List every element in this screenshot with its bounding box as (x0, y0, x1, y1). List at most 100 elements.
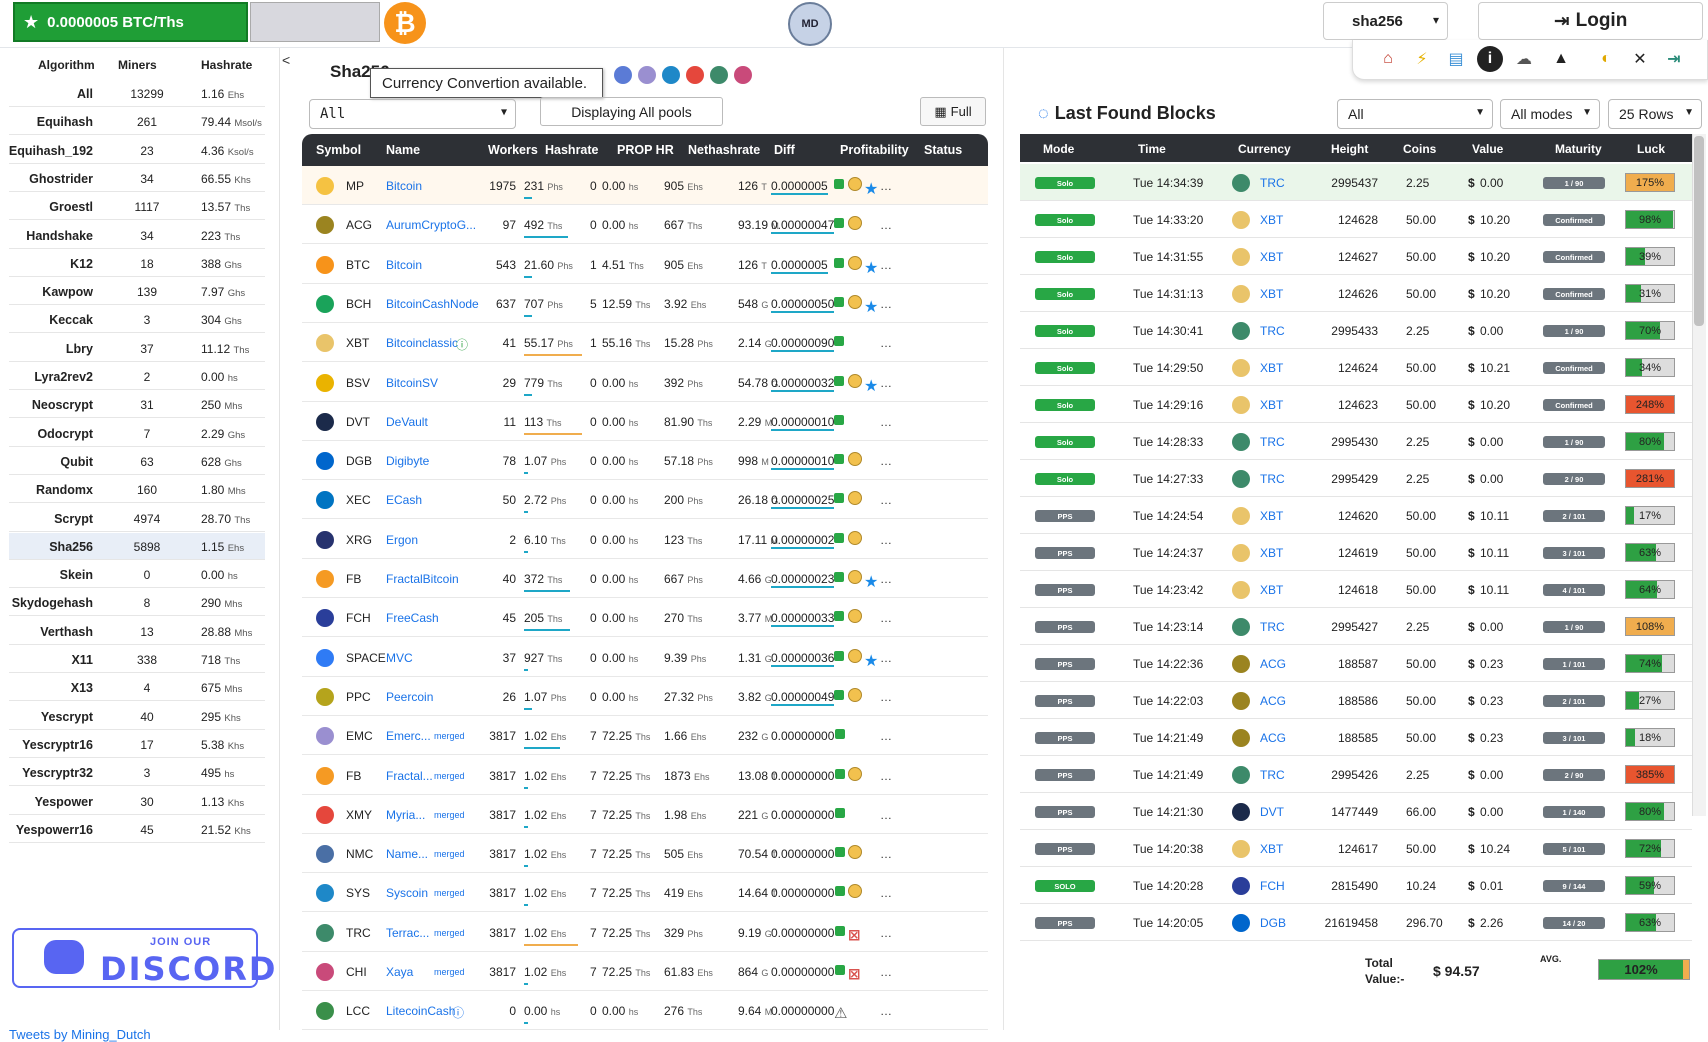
pool-name-link[interactable]: FractalBitcoin (386, 572, 459, 586)
site-logo[interactable]: MD (788, 2, 832, 46)
more-options-icon[interactable]: … (880, 572, 892, 586)
block-row[interactable]: Solo Tue 14:29:16 XBT 124623 50.00 $10.20 Conf… (1020, 386, 1692, 423)
pool-row[interactable]: EMC Emerc... merged 3817 1.02 Ehs 7 72.25 Ths 1… (302, 716, 988, 756)
more-options-icon[interactable]: … (880, 611, 892, 625)
more-options-icon[interactable]: … (880, 376, 892, 390)
more-options-icon[interactable]: … (880, 690, 892, 704)
favorite-star-icon[interactable]: ★ (864, 179, 878, 199)
algo-row-skein[interactable]: Skein 0 0.00 hs (9, 561, 265, 589)
algo-row-all[interactable]: All 13299 1.16 Ehs (9, 80, 265, 107)
pool-row[interactable]: TRC Terrac... merged 3817 1.02 Ehs 7 72.25 Ths… (302, 913, 988, 952)
block-row[interactable]: Solo Tue 14:28:33 TRC 2995430 2.25 $0.00 1 / 9… (1020, 423, 1692, 460)
favorite-star-icon[interactable]: ★ (864, 297, 878, 317)
pool-row[interactable]: DVT DeVault 11 113 Ths 0 0.00 hs 81.90 Ths 2.29… (302, 402, 988, 441)
more-options-icon[interactable]: … (880, 493, 892, 507)
block-row[interactable]: PPS Tue 14:24:54 XBT 124620 50.00 $10.11 2 / 1… (1020, 497, 1692, 534)
currency-link[interactable]: TRC (1260, 324, 1285, 338)
more-options-icon[interactable]: … (880, 808, 892, 822)
pool-name-link[interactable]: Bitcoin (386, 258, 422, 272)
tools-icon[interactable]: ✕ (1627, 46, 1653, 72)
block-row[interactable]: Solo Tue 14:31:55 XBT 124627 50.00 $10.20 Conf… (1020, 238, 1692, 275)
algo-row-scrypt[interactable]: Scrypt 4974 28.70 Ths (9, 505, 265, 532)
algo-row-yescryptr16[interactable]: Yescryptr16 17 5.38 Khs (9, 731, 265, 758)
more-options-icon[interactable]: … (880, 218, 892, 232)
collapse-sidebar-button[interactable]: < (282, 52, 290, 68)
pool-name-link[interactable]: Xaya (386, 965, 413, 979)
currency-link[interactable]: XBT (1260, 213, 1283, 227)
more-options-icon[interactable]: … (880, 847, 892, 861)
block-row[interactable]: Solo Tue 14:33:20 XBT 124628 50.00 $10.20 Conf… (1020, 201, 1692, 238)
block-row[interactable]: Solo Tue 14:27:33 TRC 2995429 2.25 $0.00 2 / 9… (1020, 460, 1692, 497)
currency-link[interactable]: XBT (1260, 546, 1283, 560)
home-icon[interactable]: ⌂ (1375, 46, 1401, 72)
pool-row[interactable]: XMY Myria... merged 3817 1.02 Ehs 7 72.25 Ths 1… (302, 795, 988, 834)
pool-row[interactable]: PPC Peercoin 26 1.07 Phs 0 0.00 hs 27.32 Phs 3.… (302, 677, 988, 716)
pool-row[interactable]: MP Bitcoin 1975 231 Phs 0 0.00 hs 905 Ehs 126 T… (302, 166, 988, 205)
favorite-star-icon[interactable]: ★ (864, 651, 878, 671)
algo-row-yespower[interactable]: Yespower 30 1.13 Khs (9, 788, 265, 815)
pool-row[interactable]: DGB Digibyte 78 1.07 Phs 0 0.00 hs 57.18 Phs 99… (302, 441, 988, 481)
pool-name-link[interactable]: BitcoinCashNode (386, 297, 479, 311)
pool-name-link[interactable]: Fractal... (386, 769, 433, 783)
block-row[interactable]: PPS Tue 14:21:49 TRC 2995426 2.25 $0.00 2 / 90… (1020, 756, 1692, 793)
pool-name-link[interactable]: FreeCash (386, 611, 439, 625)
more-options-icon[interactable]: … (880, 179, 892, 193)
more-options-icon[interactable]: … (880, 926, 892, 940)
pool-name-link[interactable]: Bitcoinclassic (386, 336, 458, 350)
pool-row[interactable]: CHI Xaya merged 3817 1.02 Ehs 7 72.25 Ths 61.83… (302, 952, 988, 991)
pool-name-link[interactable]: LitecoinCash (386, 1004, 455, 1018)
pool-row[interactable]: XBT Bitcoinclassic ⓘ 41 55.17 Phs 1 55.16 Ths 1… (302, 323, 988, 363)
pool-row[interactable]: FCH FreeCash 45 205 Ths 0 0.00 hs 270 Ths 3.77 … (302, 598, 988, 638)
algo-row-equihash[interactable]: Equihash 261 79.44 Msol/s (9, 108, 265, 136)
more-options-icon[interactable]: … (880, 1004, 892, 1018)
info-icon[interactable]: i (1477, 46, 1503, 72)
algorithm-select[interactable]: sha256 ▾ (1323, 2, 1448, 40)
algo-row-randomx[interactable]: Randomx 160 1.80 Mhs (9, 476, 265, 504)
pool-name-link[interactable]: MVC (386, 651, 413, 665)
miner-cart-icon[interactable]: ▲ (1548, 46, 1574, 72)
block-row[interactable]: Solo Tue 14:29:50 XBT 124624 50.00 $10.21 Conf… (1020, 349, 1692, 386)
block-row[interactable]: Solo Tue 14:34:39 TRC 2995437 2.25 $0.00 1 / 9… (1020, 164, 1692, 201)
discord-banner[interactable]: JOIN OUR DISCORD (12, 928, 275, 988)
favorite-star-icon[interactable]: ★ (864, 258, 878, 278)
pool-name-link[interactable]: ECash (386, 493, 422, 507)
currency-link[interactable]: ACG (1260, 731, 1286, 745)
block-row[interactable]: Solo Tue 14:31:13 XBT 124626 50.00 $10.20 Conf… (1020, 275, 1692, 312)
pool-name-link[interactable]: Emerc... (386, 729, 431, 743)
more-options-icon[interactable]: … (880, 336, 892, 350)
currency-link[interactable]: DVT (1260, 805, 1284, 819)
blocks-scrollbar-thumb[interactable] (1694, 136, 1704, 326)
more-options-icon[interactable]: … (880, 965, 892, 979)
block-row[interactable]: PPS Tue 14:23:14 TRC 2995427 2.25 $0.00 1 / 90… (1020, 608, 1692, 645)
currency-link[interactable]: XBT (1260, 398, 1283, 412)
pool-name-link[interactable]: DeVault (386, 415, 428, 429)
block-row[interactable]: SOLO Tue 14:20:28 FCH 2815490 10.24 $0.01 9 / … (1020, 867, 1692, 904)
favorite-star-icon[interactable]: ★ (864, 572, 878, 592)
currency-link[interactable]: ACG (1260, 657, 1286, 671)
blocks-mode-select[interactable]: All modes ▼ (1500, 99, 1600, 129)
lightning-icon[interactable]: ⚡ (1409, 46, 1435, 72)
algo-row-keccak[interactable]: Keccak 3 304 Ghs (9, 306, 265, 334)
algo-row-odocrypt[interactable]: Odocrypt 7 2.29 Ghs (9, 420, 265, 447)
blocks-currency-select[interactable]: All ▼ (1337, 99, 1493, 129)
algo-row-groestl[interactable]: Groestl 1117 13.57 Ths (9, 193, 265, 221)
info-icon[interactable]: ⓘ (452, 1004, 464, 1021)
pool-name-link[interactable]: BitcoinSV (386, 376, 438, 390)
algo-row-ghostrider[interactable]: Ghostrider 34 66.55 Khs (9, 165, 265, 192)
algo-row-k12[interactable]: K12 18 388 Ghs (9, 250, 265, 277)
pool-name-link[interactable]: Name... (386, 847, 428, 861)
algo-row-x11[interactable]: X11 338 718 Ths (9, 646, 265, 673)
algo-row-equihash_192[interactable]: Equihash_192 23 4.36 Ksol/s (9, 137, 265, 164)
block-row[interactable]: PPS Tue 14:20:05 DGB 21619458 296.70 $2.26 14 … (1020, 904, 1692, 941)
more-options-icon[interactable]: … (880, 886, 892, 900)
favorite-star-icon[interactable]: ★ (864, 376, 878, 396)
currency-link[interactable]: DGB (1260, 916, 1286, 930)
pool-name-link[interactable]: AurumCryptoG... (386, 218, 476, 232)
pool-row[interactable]: BSV BitcoinSV 29 779 Ths 0 0.00 hs 392 Phs 54.7… (302, 363, 988, 402)
algo-row-yescryptr32[interactable]: Yescryptr32 3 495 hs (9, 759, 265, 787)
block-row[interactable]: PPS Tue 14:21:30 DVT 1477449 66.00 $0.00 1 / 1… (1020, 793, 1692, 830)
pool-name-link[interactable]: Digibyte (386, 454, 429, 468)
displaying-pools-button[interactable]: Displaying All pools (540, 97, 723, 126)
currency-link[interactable]: ACG (1260, 694, 1286, 708)
algo-row-handshake[interactable]: Handshake 34 223 Ths (9, 222, 265, 249)
